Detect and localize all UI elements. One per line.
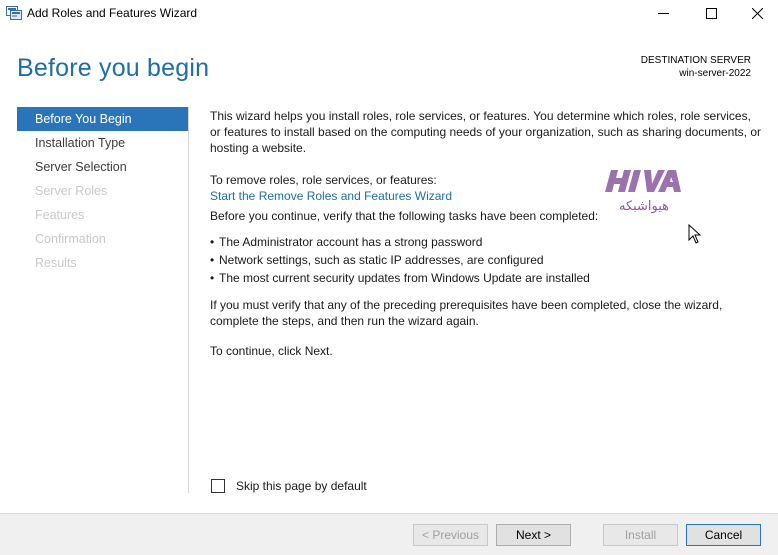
- list-item: The most current security updates from W…: [210, 269, 762, 287]
- wizard-footer: < Previous Next > Install Cancel: [0, 513, 778, 555]
- nav-item-server-selection[interactable]: Server Selection: [17, 155, 188, 179]
- nav-item-installation-type[interactable]: Installation Type: [17, 131, 188, 155]
- continue-text: To continue, click Next.: [210, 344, 333, 358]
- previous-button[interactable]: < Previous: [413, 524, 488, 546]
- maximize-icon: [705, 7, 717, 19]
- hiva-logo-watermark: هیواشبکه: [605, 170, 681, 214]
- minimize-button[interactable]: [640, 0, 686, 26]
- nav-item-confirmation: Confirmation: [35, 232, 106, 246]
- title-bar: Add Roles and Features Wizard: [0, 0, 778, 28]
- close-button[interactable]: [734, 0, 778, 26]
- nav-item-before-you-begin[interactable]: Before You Begin: [17, 107, 188, 131]
- skip-page-checkbox[interactable]: [211, 479, 225, 493]
- destination-label: DESTINATION SERVER: [640, 55, 751, 66]
- install-button[interactable]: Install: [603, 524, 678, 546]
- server-manager-icon: [6, 6, 22, 20]
- main-content: This wizard helps you install roles, rol…: [210, 108, 762, 359]
- skip-page-option[interactable]: Skip this page by default: [211, 479, 367, 493]
- mouse-cursor-icon: [688, 224, 702, 244]
- minimize-icon: [657, 12, 669, 14]
- nav-item-results: Results: [35, 256, 77, 270]
- nav-divider: [188, 107, 189, 493]
- destination-server-name: win-server-2022: [679, 68, 751, 79]
- list-item: Network settings, such as static IP addr…: [210, 251, 762, 269]
- skip-page-label: Skip this page by default: [236, 479, 367, 493]
- window-title: Add Roles and Features Wizard: [27, 6, 198, 20]
- watermark-persian-text: هیواشبکه: [619, 199, 669, 214]
- destination-server-info: DESTINATION SERVER win-server-2022: [641, 54, 751, 80]
- list-item: The Administrator account has a strong p…: [210, 233, 762, 251]
- close-icon: [751, 7, 763, 19]
- page-title: Before you begin: [17, 54, 210, 82]
- maximize-button[interactable]: [688, 0, 734, 26]
- wizard-steps-nav: Before You Begin Installation Type Serve…: [17, 107, 188, 275]
- cancel-button[interactable]: Cancel: [686, 524, 761, 546]
- nav-item-server-roles: Server Roles: [35, 184, 108, 198]
- prerequisites-text: If you must verify that any of the prece…: [210, 298, 723, 328]
- nav-item-features: Features: [35, 208, 85, 222]
- intro-text: This wizard helps you install roles, rol…: [210, 109, 761, 155]
- task-list: The Administrator account has a strong p…: [210, 233, 762, 287]
- next-button[interactable]: Next >: [496, 524, 571, 546]
